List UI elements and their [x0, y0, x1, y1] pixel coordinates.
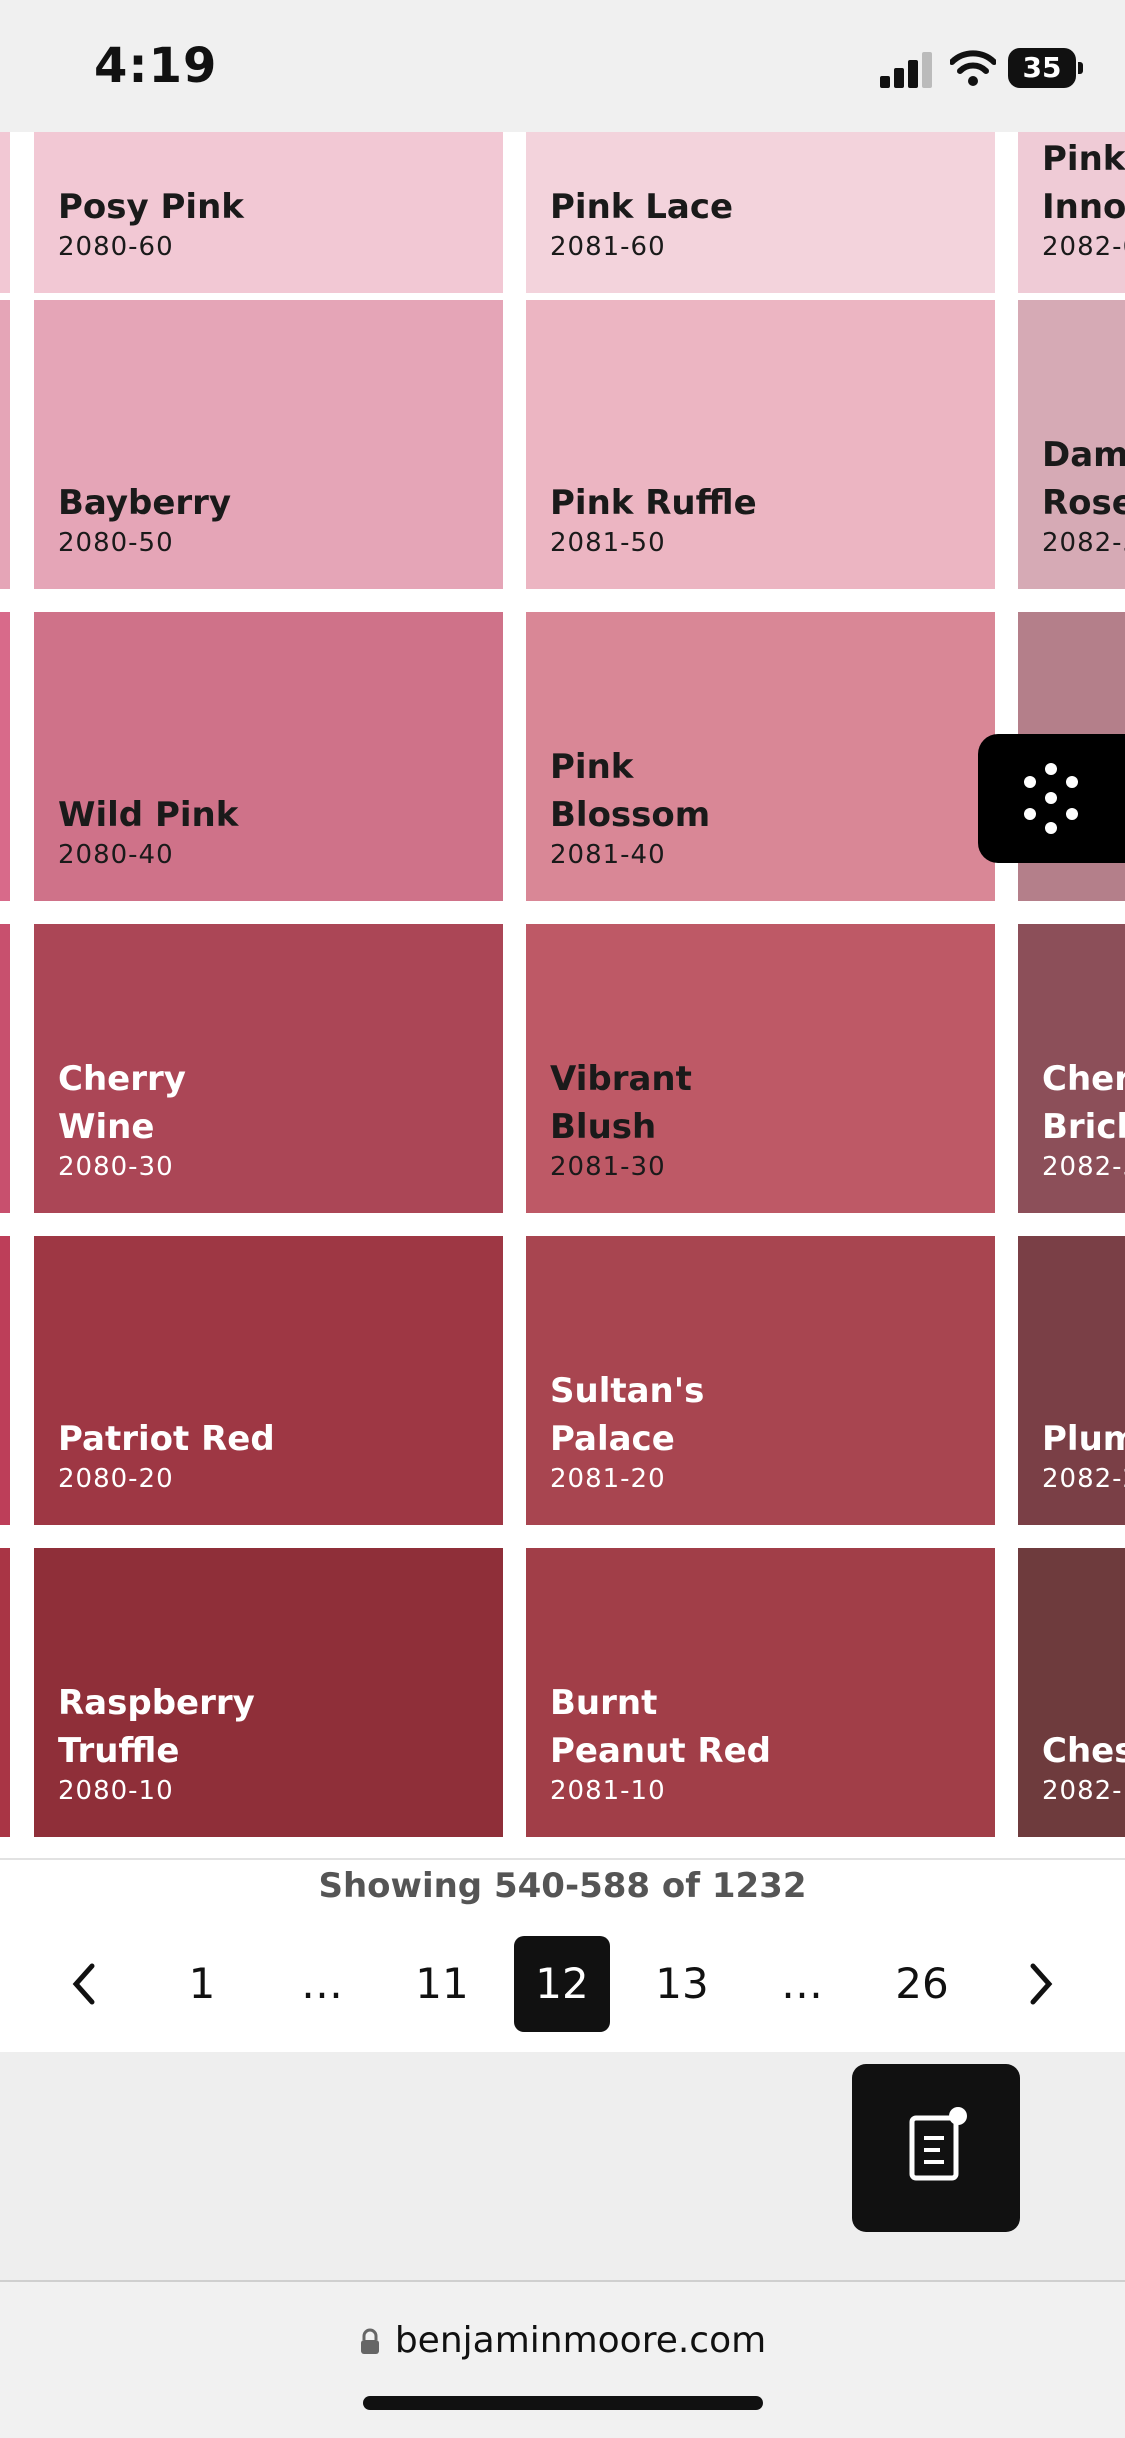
swatch-code: 2080-30 — [58, 1152, 174, 1182]
url-text: benjaminmoore.com — [394, 2320, 767, 2361]
color-swatch-card[interactable]: Ches 2082-1 — [1018, 1548, 1125, 1837]
swatch-code: 2080-20 — [58, 1464, 174, 1494]
color-swatch-card[interactable]: Pink Lace 2081-60 — [526, 132, 995, 293]
color-swatch-card[interactable]: Pink Blossom 2081-40 — [526, 612, 995, 901]
color-swatch-card[interactable]: Bayberry 2080-50 — [34, 300, 503, 589]
color-swatch-card[interactable]: Wild Pink 2080-40 — [34, 612, 503, 901]
swatch-code: 2081-40 — [550, 840, 666, 870]
swatch-code: 2081-50 — [550, 528, 666, 558]
color-swatch-card[interactable]: Sultan's Palace 2081-20 — [526, 1236, 995, 1525]
edge-swatch-strip — [0, 612, 10, 901]
swatch-name: Vibrant Blush — [550, 1059, 692, 1147]
status-bar: 4:19 35 — [0, 0, 1125, 132]
url-display[interactable]: benjaminmoore.com — [0, 2320, 1125, 2361]
swatch-name: Pink Lace — [550, 187, 734, 227]
swatch-code: 2082-1 — [1042, 1776, 1125, 1806]
page-ellipsis: … — [781, 1959, 823, 2008]
prev-page-button[interactable] — [36, 1936, 132, 2032]
cellular-signal-icon — [880, 52, 934, 88]
swatch-name: Posy Pink — [58, 187, 244, 227]
color-swatch-card[interactable]: Raspberry Truffle 2080-10 — [34, 1548, 503, 1837]
floating-menu-button[interactable] — [978, 734, 1125, 863]
swatch-name: Patriot Red — [58, 1419, 275, 1459]
swatch-name: Cherry Wine — [58, 1059, 186, 1147]
swatch-code: 2082-2 — [1042, 1464, 1125, 1494]
swatch-name: Dama Rose — [1042, 435, 1125, 523]
swatch-code: 2080-10 — [58, 1776, 174, 1806]
page-13-button[interactable]: 13 — [634, 1936, 730, 2032]
swatch-name: Raspberry Truffle — [58, 1683, 255, 1771]
page-26-button[interactable]: 26 — [874, 1936, 970, 2032]
notes-button[interactable] — [852, 2064, 1020, 2232]
page-ellipsis: … — [301, 1959, 343, 2008]
home-indicator — [363, 2396, 763, 2410]
color-swatch-card[interactable]: Cherry Wine 2080-30 — [34, 924, 503, 1213]
swatch-name: Bayberry — [58, 483, 232, 523]
swatch-name: Plum — [1042, 1419, 1125, 1459]
page-11-button[interactable]: 11 — [394, 1936, 490, 2032]
swatch-code: 2081-10 — [550, 1776, 666, 1806]
swatch-name: Wild Pink — [58, 795, 239, 835]
color-swatch-card[interactable]: Cher Brick 2082-3 — [1018, 924, 1125, 1213]
color-swatch-card[interactable]: Pink Ruffle 2081-50 — [526, 300, 995, 589]
swatch-code: 2082-3 — [1042, 1152, 1125, 1182]
swatch-name: Cher Brick — [1042, 1059, 1125, 1147]
battery-cap — [1078, 62, 1083, 74]
swatch-code: 2081-30 — [550, 1152, 666, 1182]
color-swatch-card[interactable]: Vibrant Blush 2081-30 — [526, 924, 995, 1213]
swatch-name: Burnt Peanut Red — [550, 1683, 771, 1771]
browser-address-bar[interactable]: benjaminmoore.com — [0, 2280, 1125, 2438]
edge-swatch-strip — [0, 1548, 10, 1837]
dots-grid-icon — [1024, 763, 1078, 834]
swatch-code: 2082-5 — [1042, 528, 1125, 558]
battery-icon: 35 — [1008, 48, 1076, 88]
edge-swatch-strip — [0, 300, 10, 589]
results-count: Showing 540-588 of 1232 — [318, 1866, 807, 1906]
edge-swatch-strip — [0, 924, 10, 1213]
swatch-name: Ches — [1042, 1731, 1125, 1771]
page-12-button-current[interactable]: 12 — [514, 1936, 610, 2032]
lock-icon — [360, 2328, 379, 2354]
edge-swatch-strip — [0, 132, 10, 293]
next-page-button[interactable] — [993, 1936, 1089, 2032]
edge-swatch-strip — [0, 1236, 10, 1525]
swatch-code: 2080-40 — [58, 840, 174, 870]
notes-icon — [909, 2107, 967, 2181]
color-swatch-card[interactable]: Burnt Peanut Red 2081-10 — [526, 1548, 995, 1837]
swatch-name: Pink Innoc — [1042, 139, 1125, 227]
pagination-section: Showing 540-588 of 1232 1 … 11 12 13 … 2… — [0, 1858, 1125, 2054]
swatch-name: Pink Ruffle — [550, 483, 757, 523]
wifi-icon — [950, 50, 996, 86]
color-swatch-card[interactable]: Dama Rose 2082-5 — [1018, 300, 1125, 589]
color-swatch-card[interactable]: Patriot Red 2080-20 — [34, 1236, 503, 1525]
color-swatch-grid: Posy Pink 2080-60 Pink Lace 2081-60 Pink Inn… — [0, 132, 1125, 1858]
swatch-code: 2082-6 — [1042, 232, 1125, 262]
chevron-right-icon — [1030, 1963, 1053, 2005]
swatch-name: Pink Blossom — [550, 747, 711, 835]
swatch-code: 2081-20 — [550, 1464, 666, 1494]
swatch-name: Sultan's Palace — [550, 1371, 705, 1459]
page-1-button[interactable]: 1 — [154, 1936, 250, 2032]
swatch-code: 2081-60 — [550, 232, 666, 262]
color-swatch-card[interactable]: Posy Pink 2080-60 — [34, 132, 503, 293]
color-swatch-card[interactable]: Plum 2082-2 — [1018, 1236, 1125, 1525]
status-time: 4:19 — [94, 38, 218, 94]
swatch-code: 2080-50 — [58, 528, 174, 558]
color-swatch-card[interactable]: Pink Innoc 2082-6 — [1018, 132, 1125, 293]
chevron-left-icon — [72, 1963, 95, 2005]
swatch-code: 2080-60 — [58, 232, 174, 262]
